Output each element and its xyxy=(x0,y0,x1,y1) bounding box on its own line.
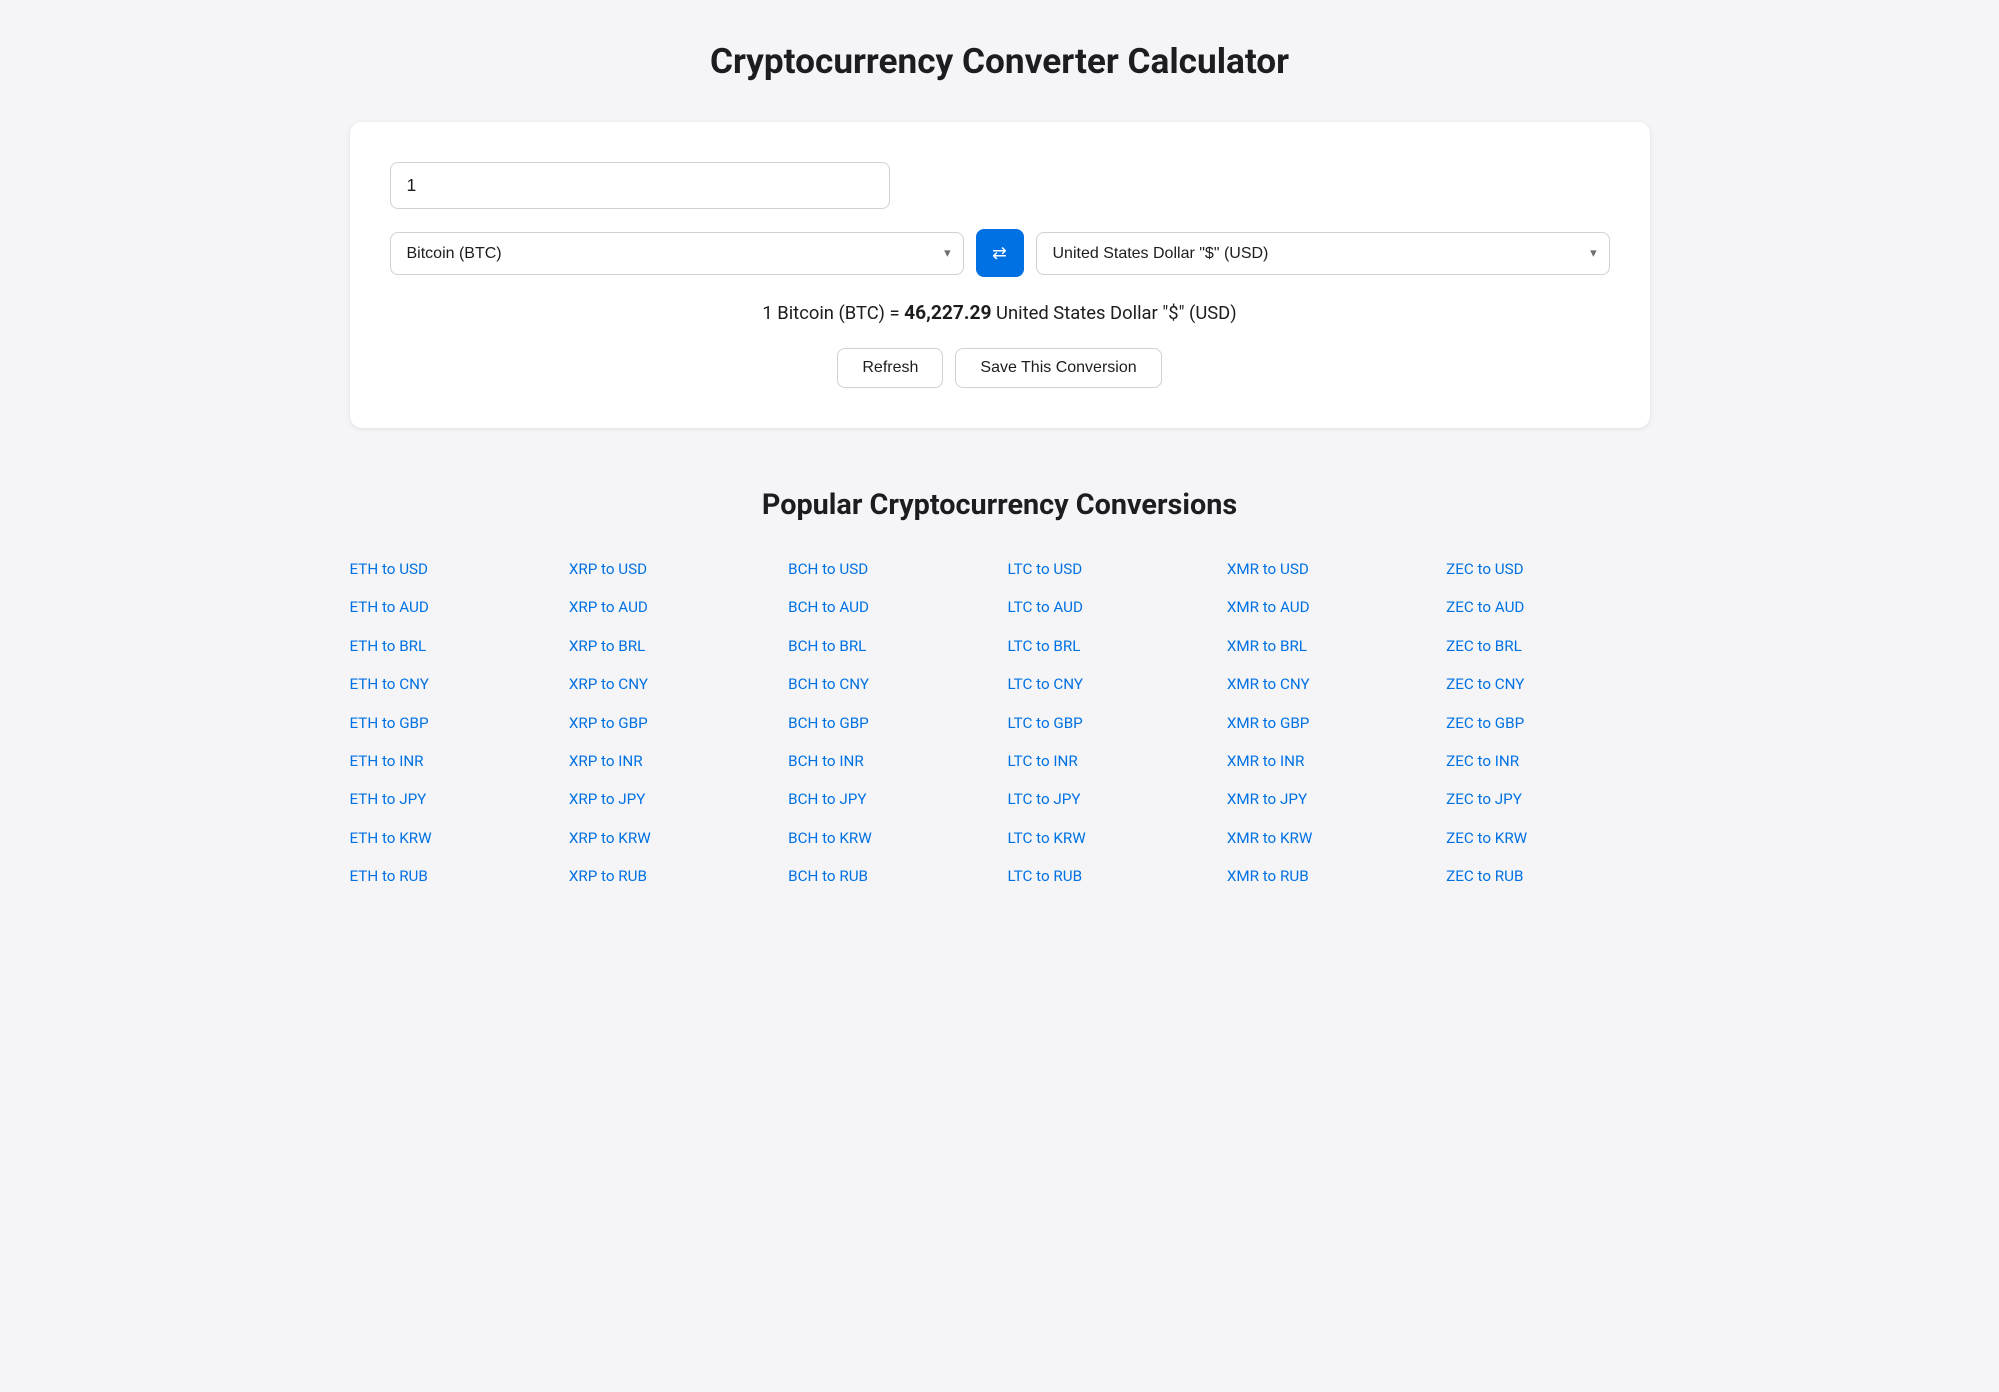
conversion-link[interactable]: XMR to CNY xyxy=(1227,669,1430,699)
from-currency-wrapper: Bitcoin (BTC) Ethereum (ETH) XRP (XRP) B… xyxy=(390,232,964,275)
conversion-link[interactable]: LTC to AUD xyxy=(1007,592,1210,622)
conversion-link[interactable]: ETH to JPY xyxy=(350,784,553,814)
conversion-link[interactable]: LTC to KRW xyxy=(1007,823,1210,853)
conversion-link[interactable]: ETH to RUB xyxy=(350,861,553,891)
conversion-link[interactable]: LTC to CNY xyxy=(1007,669,1210,699)
conversion-link[interactable]: XRP to USD xyxy=(569,554,772,584)
conversion-link[interactable]: BCH to KRW xyxy=(788,823,991,853)
conversion-link[interactable]: XMR to RUB xyxy=(1227,861,1430,891)
conversion-link[interactable]: ETH to KRW xyxy=(350,823,553,853)
conversion-link[interactable]: LTC to INR xyxy=(1007,746,1210,776)
conversion-link[interactable]: BCH to JPY xyxy=(788,784,991,814)
conversion-link[interactable]: XRP to RUB xyxy=(569,861,772,891)
conversion-link[interactable]: ZEC to USD xyxy=(1446,554,1649,584)
conversion-link[interactable]: ZEC to AUD xyxy=(1446,592,1649,622)
result-value: 46,227.29 xyxy=(904,301,991,324)
conversion-link[interactable]: ZEC to RUB xyxy=(1446,861,1649,891)
conversion-link[interactable]: BCH to INR xyxy=(788,746,991,776)
conversion-link[interactable]: LTC to USD xyxy=(1007,554,1210,584)
conversion-link[interactable]: LTC to GBP xyxy=(1007,708,1210,738)
conversion-link[interactable]: XMR to JPY xyxy=(1227,784,1430,814)
conversion-link[interactable]: XMR to INR xyxy=(1227,746,1430,776)
conversion-link[interactable]: XMR to BRL xyxy=(1227,631,1430,661)
result-equals: = xyxy=(885,303,904,324)
conversion-link[interactable]: ETH to USD xyxy=(350,554,553,584)
page-container: Cryptocurrency Converter Calculator Bitc… xyxy=(350,40,1650,892)
conversion-link[interactable]: ZEC to GBP xyxy=(1446,708,1649,738)
result-unit: United States Dollar "$" (USD) xyxy=(991,303,1236,324)
converter-card: Bitcoin (BTC) Ethereum (ETH) XRP (XRP) B… xyxy=(350,122,1650,428)
conversion-link[interactable]: ZEC to JPY xyxy=(1446,784,1649,814)
page-title: Cryptocurrency Converter Calculator xyxy=(350,40,1650,82)
conversion-link[interactable]: BCH to RUB xyxy=(788,861,991,891)
conversion-link[interactable]: BCH to CNY xyxy=(788,669,991,699)
conversion-link[interactable]: XMR to AUD xyxy=(1227,592,1430,622)
popular-title: Popular Cryptocurrency Conversions xyxy=(350,488,1650,522)
conversion-link[interactable]: ZEC to CNY xyxy=(1446,669,1649,699)
conversion-link[interactable]: XRP to GBP xyxy=(569,708,772,738)
result-row: 1 Bitcoin (BTC) = 46,227.29 United State… xyxy=(390,301,1610,324)
amount-input[interactable] xyxy=(390,162,890,209)
result-text: 1 Bitcoin (BTC) xyxy=(762,303,885,324)
to-currency-select[interactable]: United States Dollar "$" (USD) Australia… xyxy=(1037,233,1609,274)
save-button[interactable]: Save This Conversion xyxy=(955,348,1161,388)
conversion-link[interactable]: XRP to JPY xyxy=(569,784,772,814)
conversions-grid: ETH to USD ETH to AUD ETH to BRL ETH to CNY… xyxy=(350,554,1650,892)
conversion-link[interactable]: XMR to KRW xyxy=(1227,823,1430,853)
popular-section: Popular Cryptocurrency Conversions ETH t… xyxy=(350,488,1650,892)
conversion-link[interactable]: ZEC to BRL xyxy=(1446,631,1649,661)
conversion-link[interactable]: XRP to INR xyxy=(569,746,772,776)
conversion-link[interactable]: ETH to BRL xyxy=(350,631,553,661)
conversion-link[interactable]: BCH to BRL xyxy=(788,631,991,661)
conversion-link[interactable]: XRP to BRL xyxy=(569,631,772,661)
conversion-link[interactable]: XMR to USD xyxy=(1227,554,1430,584)
conversion-link[interactable]: XRP to KRW xyxy=(569,823,772,853)
buttons-row: Refresh Save This Conversion xyxy=(390,348,1610,388)
conversion-link[interactable]: ETH to CNY xyxy=(350,669,553,699)
swap-icon: ⇄ xyxy=(992,243,1007,264)
selectors-row: Bitcoin (BTC) Ethereum (ETH) XRP (XRP) B… xyxy=(390,229,1610,277)
conversion-link[interactable]: BCH to GBP xyxy=(788,708,991,738)
conversion-link[interactable]: BCH to AUD xyxy=(788,592,991,622)
conversion-link[interactable]: ETH to INR xyxy=(350,746,553,776)
conversion-link[interactable]: ETH to AUD xyxy=(350,592,553,622)
conversion-link[interactable]: XMR to GBP xyxy=(1227,708,1430,738)
conversion-link[interactable]: XRP to AUD xyxy=(569,592,772,622)
conversion-link[interactable]: ETH to GBP xyxy=(350,708,553,738)
refresh-button[interactable]: Refresh xyxy=(837,348,943,388)
conversion-link[interactable]: ZEC to KRW xyxy=(1446,823,1649,853)
conversion-link[interactable]: LTC to JPY xyxy=(1007,784,1210,814)
conversion-link[interactable]: BCH to USD xyxy=(788,554,991,584)
conversion-link[interactable]: ZEC to INR xyxy=(1446,746,1649,776)
swap-button[interactable]: ⇄ xyxy=(976,229,1024,277)
conversion-link[interactable]: LTC to RUB xyxy=(1007,861,1210,891)
conversion-link[interactable]: XRP to CNY xyxy=(569,669,772,699)
from-currency-select[interactable]: Bitcoin (BTC) Ethereum (ETH) XRP (XRP) B… xyxy=(391,233,963,274)
conversion-link[interactable]: LTC to BRL xyxy=(1007,631,1210,661)
to-currency-wrapper: United States Dollar "$" (USD) Australia… xyxy=(1036,232,1610,275)
